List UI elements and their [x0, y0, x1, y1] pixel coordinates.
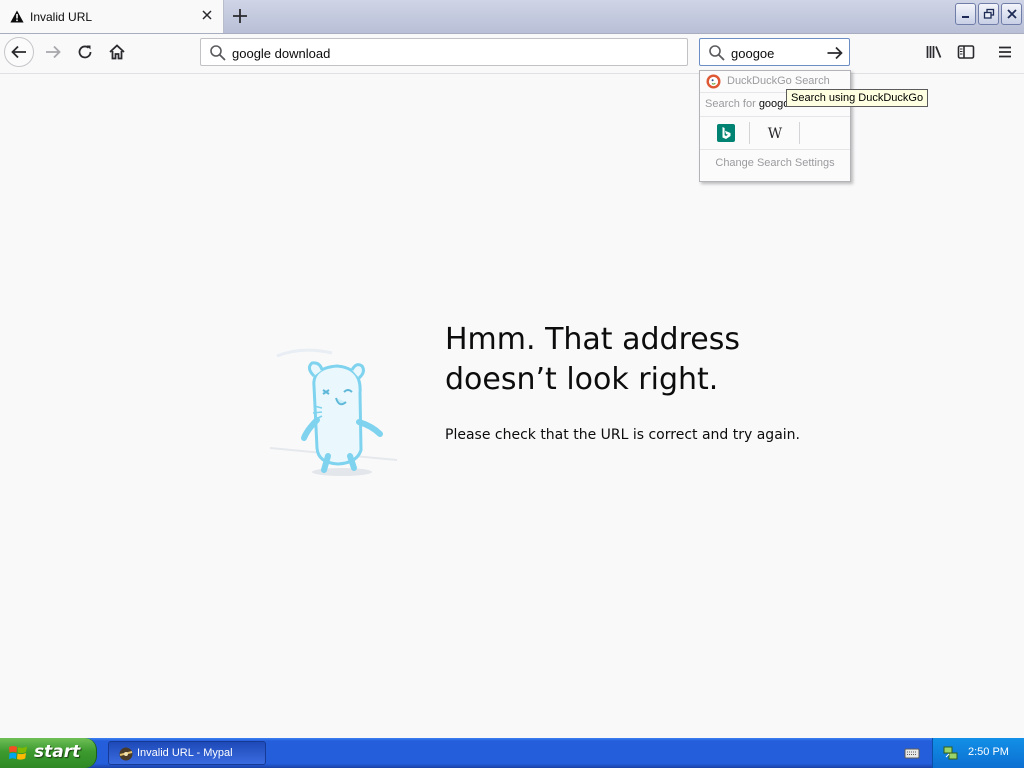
menu-hamburger-icon[interactable] — [996, 43, 1014, 61]
network-icon[interactable] — [943, 745, 959, 761]
windows-flag-icon — [9, 746, 27, 760]
window-controls — [955, 3, 1022, 25]
tab-title: Invalid URL — [30, 10, 93, 24]
home-icon[interactable] — [108, 43, 126, 61]
library-icon[interactable] — [925, 43, 943, 61]
navigation-toolbar — [0, 34, 1024, 74]
search-bar[interactable] — [699, 38, 850, 66]
error-title-line-1: Hmm. That address — [445, 322, 740, 357]
windows-taskbar: start Invalid URL - Mypal 2:50 PM — [0, 738, 1024, 768]
error-title: Hmm. That address doesn’t look right. — [445, 320, 805, 400]
start-button[interactable]: start — [0, 738, 97, 768]
search-for-row[interactable]: Search for googo — [705, 98, 789, 110]
error-description: Please check that the URL is correct and… — [445, 427, 800, 443]
close-window-icon — [1006, 9, 1017, 19]
duckduckgo-icon — [706, 74, 721, 89]
search-suggestions-popup: DuckDuckGo Search Search for googo W Cha… — [699, 70, 851, 182]
new-tab-icon[interactable] — [230, 6, 250, 26]
bing-icon[interactable] — [716, 123, 736, 143]
sidebar-icon[interactable] — [957, 43, 975, 61]
search-for-label: Search for — [705, 98, 756, 110]
warning-icon — [10, 10, 24, 23]
search-icon — [210, 45, 226, 61]
minimize-button[interactable] — [955, 3, 976, 25]
search-for-query: googo — [758, 98, 790, 110]
error-mascot-illustration — [269, 348, 398, 476]
tab-invalid-url[interactable]: Invalid URL — [0, 0, 224, 33]
engine-separator — [799, 122, 800, 144]
close-window-button[interactable] — [1001, 3, 1022, 25]
search-engine-header-label: DuckDuckGo Search — [727, 75, 830, 87]
tooltip: Search using DuckDuckGo — [786, 89, 929, 107]
search-go-arrow-icon[interactable] — [826, 44, 844, 62]
restore-button[interactable] — [978, 3, 999, 25]
start-label: start — [34, 742, 81, 762]
system-tray: 2:50 PM — [932, 738, 1024, 768]
url-input[interactable] — [232, 45, 672, 61]
search-input[interactable] — [731, 45, 819, 61]
tab-strip: Invalid URL — [0, 0, 1024, 34]
restore-icon — [983, 8, 994, 19]
svg-text:W: W — [768, 126, 783, 142]
close-tab-icon[interactable] — [199, 7, 215, 23]
keyboard-icon[interactable] — [904, 745, 920, 761]
taskbar-window-label: Invalid URL - Mypal — [137, 747, 233, 759]
error-title-line-2: doesn’t look right. — [445, 362, 719, 397]
url-bar[interactable] — [200, 38, 688, 66]
change-search-settings-button[interactable]: Change Search Settings — [700, 157, 850, 169]
mypal-app-icon — [119, 747, 133, 761]
back-button[interactable] — [4, 37, 34, 67]
wikipedia-icon[interactable]: W — [765, 123, 785, 143]
one-off-engines: W — [700, 116, 850, 150]
back-arrow-icon — [11, 45, 26, 59]
clock: 2:50 PM — [968, 746, 1009, 758]
engine-separator — [749, 122, 750, 144]
minimize-icon — [961, 16, 969, 18]
taskbar-window-button[interactable]: Invalid URL - Mypal — [108, 741, 266, 765]
reload-icon[interactable] — [76, 43, 94, 61]
search-icon — [709, 45, 725, 61]
forward-arrow-icon[interactable] — [44, 43, 62, 61]
